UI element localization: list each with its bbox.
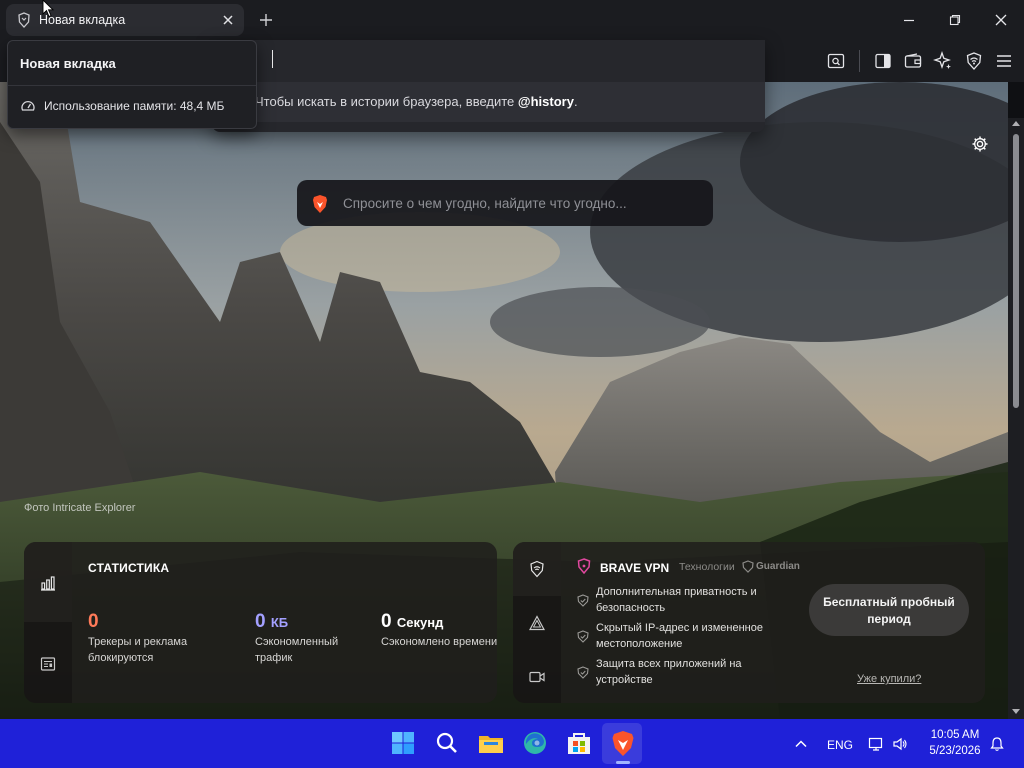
brave-vpn-logo-icon — [577, 558, 591, 574]
leo-ai-icon[interactable] — [933, 51, 953, 71]
customize-gear-icon[interactable] — [971, 135, 989, 153]
edge-icon[interactable] — [520, 728, 550, 758]
clock-date[interactable]: 5/23/2026 — [919, 745, 991, 757]
vpn-feature-privacy: Дополнительная приватность и безопасност… — [596, 586, 757, 614]
clock-time[interactable]: 10:05 AM — [919, 729, 991, 741]
search-box[interactable]: Спросите о чем угодно, найдите что угодн… — [297, 180, 713, 226]
restore-window-icon[interactable] — [947, 12, 963, 28]
windows-start-icon[interactable] — [388, 728, 418, 758]
rewards-triangle-icon[interactable] — [528, 614, 546, 632]
bandwidth-saved-value: 0 КБ — [255, 611, 289, 632]
search-placeholder: Спросите о чем угодно, найдите что угодн… — [343, 196, 627, 211]
vpn-feature-apps: Защита всех приложений на устройстве — [596, 658, 742, 686]
store-icon[interactable] — [564, 728, 594, 758]
tab-strip: Новая вкладка — [0, 0, 1024, 40]
file-explorer-icon[interactable] — [476, 728, 506, 758]
search-tabs-icon[interactable] — [826, 51, 846, 71]
vpn-icon[interactable] — [964, 51, 984, 71]
network-icon[interactable] — [868, 736, 884, 752]
stats-widget: СТАТИСТИКА 0 Трекеры и реклама блокируют… — [24, 542, 497, 703]
vpn-shield-icon[interactable] — [528, 560, 546, 578]
vpn-tech-brand: Guardian — [756, 561, 800, 572]
address-bar-dropdown: Чтобы искать в истории браузера, введите… — [212, 40, 765, 132]
free-trial-label: Бесплатный пробный период — [823, 595, 955, 626]
already-bought-link[interactable]: Уже купили? — [857, 673, 921, 685]
windows-taskbar: ENG 10:05 AM 5/23/2026 — [0, 719, 1024, 768]
active-app-indicator — [616, 761, 630, 764]
photo-credit[interactable]: Фото Intricate Explorer — [24, 502, 135, 514]
address-bar-caret[interactable] — [272, 50, 273, 68]
close-tab-icon[interactable] — [220, 12, 236, 28]
trackers-blocked-label: Трекеры и реклама блокируются — [88, 636, 188, 664]
talk-video-icon[interactable] — [528, 668, 546, 686]
brave-shield-icon — [16, 12, 32, 28]
input-language[interactable]: ENG — [827, 738, 853, 752]
speedometer-icon — [20, 98, 36, 114]
hover-card-title: Новая вкладка — [20, 56, 116, 71]
search-icon[interactable] — [432, 728, 462, 758]
vpn-widget: BRAVE VPN Технологии Guardian Дополнител… — [513, 542, 985, 703]
stats-title: СТАТИСТИКА — [88, 561, 170, 575]
hover-card-divider — [8, 85, 256, 86]
hover-card-memory: Использование памяти: 48,4 МБ — [44, 99, 225, 113]
history-hint-text: Чтобы искать в истории браузера, введите… — [255, 94, 578, 109]
bandwidth-saved-label: Сэкономленный трафик — [255, 636, 339, 664]
toolbar-divider — [859, 50, 860, 72]
notifications-icon[interactable] — [989, 736, 1005, 752]
new-tab-page-background: Спросите о чем угодно, найдите что угодн… — [0, 82, 1008, 719]
check-shield-icon — [577, 630, 589, 643]
news-feed-icon[interactable] — [39, 655, 57, 673]
vpn-tech-label: Технологии — [679, 561, 735, 573]
free-trial-button[interactable]: Бесплатный пробный период — [809, 584, 969, 636]
brave-logo-icon — [311, 194, 329, 214]
new-tab-plus-icon[interactable] — [258, 12, 274, 28]
vpn-feature-ip: Скрытый IP-адрес и измененное местополож… — [596, 622, 763, 650]
chevron-up-icon[interactable] — [793, 736, 809, 752]
bar-chart-icon[interactable] — [39, 574, 57, 592]
page-scrollbar[interactable] — [1008, 118, 1024, 719]
mouse-cursor-icon — [42, 0, 54, 18]
check-shield-icon — [577, 594, 589, 607]
scroll-up-arrow-icon[interactable] — [1012, 120, 1020, 128]
scroll-down-arrow-icon[interactable] — [1012, 707, 1020, 715]
vpn-title: BRAVE VPN — [600, 561, 670, 575]
trackers-blocked-value: 0 — [88, 611, 99, 632]
volume-icon[interactable] — [892, 736, 908, 752]
guardian-shield-icon — [742, 560, 754, 573]
brave-icon[interactable] — [608, 728, 638, 758]
close-window-icon[interactable] — [993, 12, 1009, 28]
scrollbar-thumb[interactable] — [1013, 134, 1019, 408]
time-saved-value: 0 Секунд — [381, 611, 444, 632]
tab-hover-card: Новая вкладка Использование памяти: 48,4… — [7, 40, 257, 129]
menu-hamburger-icon[interactable] — [994, 51, 1014, 71]
time-saved-label: Сэкономлено времени — [381, 636, 497, 648]
check-shield-icon — [577, 666, 589, 679]
wallet-icon[interactable] — [903, 51, 923, 71]
minimize-window-icon[interactable] — [901, 12, 917, 28]
sidebar-icon[interactable] — [873, 51, 893, 71]
